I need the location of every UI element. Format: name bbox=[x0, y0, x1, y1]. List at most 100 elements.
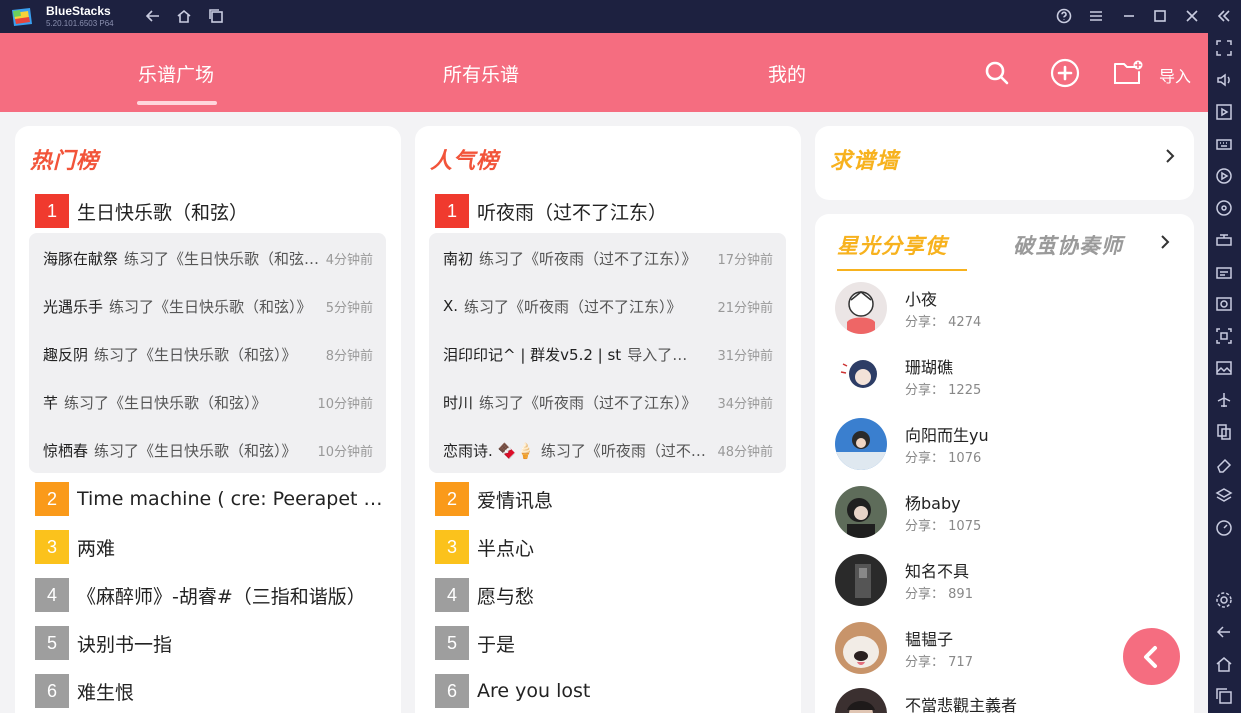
request-wall-title: 求谱墙 bbox=[830, 149, 900, 174]
tab-cocoon-player[interactable]: 破茧协奏师 bbox=[1013, 230, 1123, 260]
popular-item-2[interactable]: 2 爱情讯息 bbox=[435, 482, 553, 516]
collapse-sidebar-icon[interactable] bbox=[1214, 6, 1234, 26]
maximize-icon[interactable] bbox=[1150, 6, 1170, 26]
sharer-name: 不當悲觀主義者 bbox=[905, 696, 1018, 713]
popular-item-4[interactable]: 4 愿与愁 bbox=[435, 578, 534, 612]
rank-badge: 1 bbox=[435, 194, 469, 228]
chevron-right-icon[interactable] bbox=[1162, 148, 1178, 168]
fullscreen-icon[interactable] bbox=[1215, 39, 1233, 57]
avatar bbox=[835, 350, 887, 402]
rank-badge: 3 bbox=[35, 530, 69, 564]
bluestacks-logo-icon bbox=[10, 6, 34, 28]
avatar bbox=[835, 622, 887, 674]
sharer-row[interactable]: 小夜 分享： 4274 bbox=[835, 282, 1175, 334]
top-nav: 乐谱广场 所有乐谱 我的 导入 bbox=[0, 33, 1208, 112]
add-icon[interactable] bbox=[1050, 58, 1080, 88]
sharer-row[interactable]: 杨baby 分享： 1075 bbox=[835, 486, 1175, 538]
minimize-icon[interactable] bbox=[1119, 6, 1139, 26]
activity-row[interactable]: 时川 练习了《听夜雨（过不了江东）》 34分钟前 bbox=[443, 390, 773, 414]
multi-window-icon[interactable] bbox=[206, 6, 226, 26]
volume-icon[interactable] bbox=[1215, 71, 1233, 89]
popular-item-5[interactable]: 5 于是 bbox=[435, 626, 515, 660]
gallery-icon[interactable] bbox=[1215, 359, 1233, 377]
sharers-tab-indicator bbox=[837, 269, 967, 271]
hot-item-6[interactable]: 6 难生恨 bbox=[35, 674, 134, 708]
hot-item-2[interactable]: 2 Time machine ( cre: Peerapet Se... bbox=[35, 482, 387, 516]
popular-item-1[interactable]: 1 听夜雨（过不了江东） bbox=[435, 194, 667, 228]
app-version: 5.20.101.6503 P64 bbox=[46, 19, 114, 28]
avatar bbox=[835, 486, 887, 538]
tab-score-square[interactable]: 乐谱广场 bbox=[138, 60, 214, 87]
sharer-row[interactable]: 向阳而生yu 分享： 1076 bbox=[835, 418, 1175, 470]
chevron-left-icon bbox=[1143, 645, 1157, 668]
rank-badge: 6 bbox=[435, 674, 469, 708]
airplane-icon[interactable] bbox=[1215, 391, 1233, 409]
android-back-icon[interactable] bbox=[1215, 623, 1233, 641]
popular-item-3[interactable]: 3 半点心 bbox=[435, 530, 534, 564]
rank-badge: 2 bbox=[435, 482, 469, 516]
help-icon[interactable] bbox=[1054, 6, 1074, 26]
sharer-name: 杨baby bbox=[905, 494, 961, 513]
app-content: 乐谱广场 所有乐谱 我的 导入 热门榜 1 生日快乐歌（和弦） 海豚在献祭 练习了… bbox=[0, 33, 1208, 713]
activity-row[interactable]: 泪印印记^ | 群发v5.2 | st 导入了… 31分钟前 bbox=[443, 342, 773, 366]
speed-icon[interactable] bbox=[1215, 519, 1233, 537]
record-icon[interactable] bbox=[1215, 167, 1233, 185]
activity-row[interactable]: 海豚在献祭 练习了《生日快乐歌（和弦）》 4分钟前 bbox=[43, 246, 373, 270]
activity-row[interactable]: 芊练习了《生日快乐歌（和弦）》 10分钟前 bbox=[43, 390, 373, 414]
search-icon[interactable] bbox=[982, 58, 1012, 88]
android-home-icon[interactable] bbox=[1215, 655, 1233, 673]
tab-all-scores[interactable]: 所有乐谱 bbox=[443, 60, 519, 87]
back-icon[interactable] bbox=[143, 6, 163, 26]
score-title: 两难 bbox=[77, 537, 116, 560]
avatar bbox=[835, 688, 887, 713]
import-folder-icon[interactable] bbox=[1113, 58, 1143, 88]
sharer-count: 分享： 1076 bbox=[905, 451, 982, 466]
rank-badge: 1 bbox=[35, 194, 69, 228]
hot-item-3[interactable]: 3 两难 bbox=[35, 530, 115, 564]
media-icon[interactable] bbox=[1215, 103, 1233, 121]
home-icon[interactable] bbox=[174, 6, 194, 26]
recent-apps-icon[interactable] bbox=[1215, 687, 1233, 705]
tab-star-sharer[interactable]: 星光分享使 bbox=[837, 230, 947, 260]
chevron-right-icon[interactable] bbox=[1157, 234, 1173, 254]
screen-record-icon[interactable] bbox=[1215, 327, 1233, 345]
copy-icon[interactable] bbox=[1215, 423, 1233, 441]
menu-icon[interactable] bbox=[1086, 6, 1106, 26]
fab-collapse-button[interactable] bbox=[1123, 628, 1180, 685]
sharer-row[interactable]: 珊瑚礁 分享： 1225 bbox=[835, 350, 1175, 402]
screenshot-icon[interactable] bbox=[1215, 295, 1233, 313]
activity-row[interactable]: 趣反阴 练习了《生日快乐歌（和弦）》 8分钟前 bbox=[43, 342, 373, 366]
score-title: 半点心 bbox=[477, 537, 535, 560]
activity-row[interactable]: 南初 练习了《听夜雨（过不了江东）》 17分钟前 bbox=[443, 246, 773, 270]
sharer-row[interactable]: 不當悲觀主義者 bbox=[835, 688, 1175, 713]
activity-row[interactable]: X. 练习了《听夜雨（过不了江东）》 21分钟前 bbox=[443, 294, 773, 318]
keyboard-icon[interactable] bbox=[1215, 135, 1233, 153]
layers-icon[interactable] bbox=[1215, 487, 1233, 505]
settings-icon[interactable] bbox=[1215, 591, 1233, 609]
bluestacks-sidebar bbox=[1208, 33, 1241, 713]
gamepad-icon[interactable] bbox=[1215, 231, 1233, 249]
activity-row[interactable]: 恋雨诗. 🍫🍦练习了《听夜雨（过不了江东）》48分钟前 bbox=[443, 438, 773, 462]
rotate-icon[interactable] bbox=[1215, 199, 1233, 217]
request-wall-card[interactable]: 求谱墙 bbox=[815, 126, 1194, 200]
sharer-count: 分享： 717 bbox=[905, 655, 973, 670]
sharer-count: 分享： 1075 bbox=[905, 519, 982, 534]
popular-item-6[interactable]: 6 Are you lost bbox=[435, 674, 590, 708]
sharer-row[interactable]: 知名不具 分享： 891 bbox=[835, 554, 1175, 606]
activity-row[interactable]: 光遇乐手 练习了《生日快乐歌（和弦）》 5分钟前 bbox=[43, 294, 373, 318]
close-icon[interactable] bbox=[1182, 6, 1202, 26]
hot-item-5[interactable]: 5 诀别书一指 bbox=[35, 626, 172, 660]
import-label[interactable]: 导入 bbox=[1159, 63, 1191, 87]
tab-mine[interactable]: 我的 bbox=[768, 60, 806, 87]
avatar bbox=[835, 418, 887, 470]
rank-badge: 3 bbox=[435, 530, 469, 564]
sharer-count: 分享： 1225 bbox=[905, 383, 982, 398]
activity-row[interactable]: 惊栖春 练习了《生日快乐歌（和弦）》 10分钟前 bbox=[43, 438, 373, 462]
score-title: 于是 bbox=[477, 633, 516, 656]
score-title: 生日快乐歌（和弦） bbox=[77, 201, 249, 224]
eraser-icon[interactable] bbox=[1215, 455, 1233, 473]
hot-item-1[interactable]: 1 生日快乐歌（和弦） bbox=[35, 194, 248, 228]
score-title: 难生恨 bbox=[77, 681, 135, 704]
hot-item-4[interactable]: 4 《麻醉师》-胡睿#（三指和谐版） bbox=[35, 578, 366, 612]
macro-icon[interactable] bbox=[1215, 263, 1233, 281]
